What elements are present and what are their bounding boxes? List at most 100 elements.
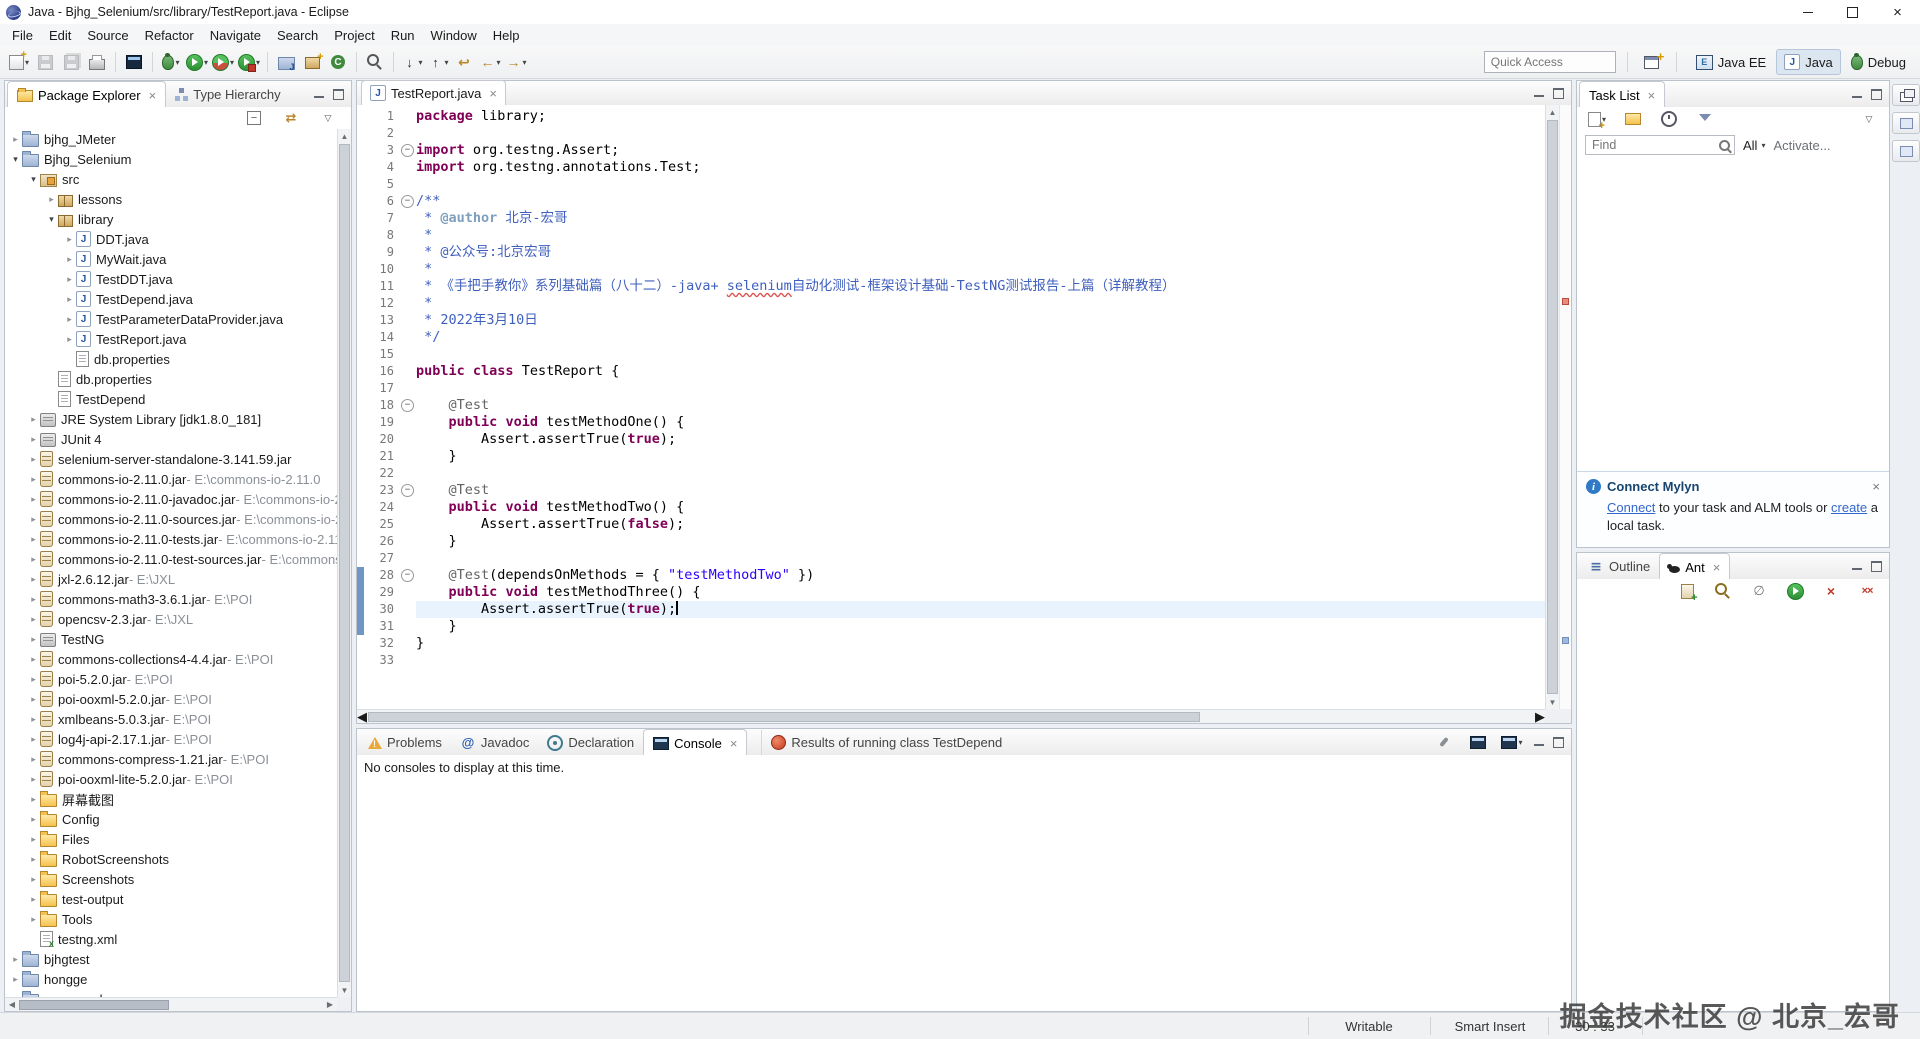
menu-navigate[interactable]: Navigate: [202, 24, 269, 46]
expand-arrow-icon[interactable]: ▸: [27, 434, 40, 445]
expand-arrow-icon[interactable]: ▸: [27, 694, 40, 705]
close-popup-icon[interactable]: ×: [1872, 479, 1880, 494]
new-class-button[interactable]: [325, 50, 351, 74]
maximize-view-icon[interactable]: [1553, 88, 1564, 99]
tree-item[interactable]: ▸commons-collections4-4.4.jar - E:\POI: [5, 649, 337, 669]
code-line[interactable]: 30 Assert.assertTrue(true);: [357, 601, 1545, 618]
scrollbar-thumb[interactable]: [19, 1000, 169, 1010]
scrollbar-thumb[interactable]: [1547, 120, 1558, 694]
code-line[interactable]: 5: [357, 176, 1545, 193]
package-explorer-horizontal-scrollbar[interactable]: ◀ ▶: [5, 997, 337, 1011]
code-line[interactable]: 31 }: [357, 618, 1545, 635]
tree-item[interactable]: ▸TestReport.java: [5, 329, 337, 349]
code-line[interactable]: 10 *: [357, 261, 1545, 278]
search-button[interactable]: [362, 50, 388, 74]
debug-button[interactable]: ▾: [158, 50, 184, 74]
expand-arrow-icon[interactable]: ▸: [9, 134, 22, 145]
new-task-button[interactable]: ▾: [1584, 107, 1610, 131]
editor-vertical-scrollbar[interactable]: ▲ ▼: [1545, 105, 1559, 709]
perspective-debug[interactable]: Debug: [1843, 49, 1914, 75]
previous-annotation-button[interactable]: ▾: [425, 50, 451, 74]
menu-source[interactable]: Source: [79, 24, 136, 46]
search-buildfiles-button[interactable]: [1710, 579, 1736, 603]
code-line[interactable]: 23− @Test: [357, 482, 1545, 499]
expand-arrow-icon[interactable]: ▸: [63, 334, 76, 345]
hide-internal-targets-button[interactable]: [1746, 579, 1772, 603]
code-line[interactable]: 3−import org.testng.Assert;: [357, 142, 1545, 159]
scroll-down-icon[interactable]: ▼: [338, 983, 351, 997]
close-tab-icon[interactable]: ×: [489, 86, 497, 101]
tree-item[interactable]: ▸Screenshots: [5, 869, 337, 889]
open-perspective-button[interactable]: [1639, 50, 1665, 74]
perspective-java[interactable]: Java: [1776, 49, 1840, 75]
connect-link[interactable]: Connect: [1607, 500, 1655, 515]
tree-item[interactable]: ▸Tools: [5, 909, 337, 929]
expand-arrow-icon[interactable]: ▸: [27, 714, 40, 725]
new-package-button[interactable]: [299, 50, 325, 74]
console-tab-declaration[interactable]: Declaration: [538, 730, 643, 755]
save-button[interactable]: [32, 50, 58, 74]
code-line[interactable]: 21 }: [357, 448, 1545, 465]
maximize-view-icon[interactable]: [1871, 561, 1882, 572]
tab-package-explorer[interactable]: Package Explorer ×: [7, 81, 166, 108]
menu-edit[interactable]: Edit: [41, 24, 79, 46]
tab-type-hierarchy[interactable]: Type Hierarchy: [166, 82, 289, 107]
tree-item[interactable]: ▸DDT.java: [5, 229, 337, 249]
tree-item[interactable]: ▸JUnit 4: [5, 429, 337, 449]
link-with-editor-button[interactable]: [278, 106, 304, 130]
overview-ruler[interactable]: [1559, 105, 1571, 709]
code-line[interactable]: 9 * @公众号:北京宏哥: [357, 244, 1545, 261]
tree-item[interactable]: ▸Files: [5, 829, 337, 849]
code-line[interactable]: 14 */: [357, 329, 1545, 346]
forward-button[interactable]: ▾: [503, 50, 529, 74]
code-area[interactable]: 1package library;23−import org.testng.As…: [357, 105, 1545, 709]
scroll-left-icon[interactable]: ◀: [5, 998, 19, 1011]
collapse-arrow-icon[interactable]: ▾: [27, 174, 40, 185]
tree-item[interactable]: ▸test-output: [5, 889, 337, 909]
tree-item[interactable]: ▸bjhgtest: [5, 949, 337, 969]
expand-arrow-icon[interactable]: ▸: [63, 314, 76, 325]
minimize-view-icon[interactable]: [314, 90, 324, 99]
tree-item[interactable]: ▸commons-io-2.11.0-sources.jar - E:\comm…: [5, 509, 337, 529]
expand-arrow-icon[interactable]: ▸: [27, 474, 40, 485]
tree-item[interactable]: db.properties: [5, 349, 337, 369]
code-line[interactable]: 12 *: [357, 295, 1545, 312]
fold-marker-icon[interactable]: −: [401, 144, 414, 157]
tree-item[interactable]: ▸RobotScreenshots: [5, 849, 337, 869]
expand-arrow-icon[interactable]: ▸: [27, 594, 40, 605]
code-line[interactable]: 13 * 2022年3月10日: [357, 312, 1545, 329]
editor-horizontal-scrollbar[interactable]: ◀ ▶: [357, 709, 1545, 723]
save-all-button[interactable]: [58, 50, 84, 74]
expand-arrow-icon[interactable]: ▸: [27, 914, 40, 925]
pin-console-button[interactable]: [1431, 730, 1457, 754]
filter-button[interactable]: [1692, 107, 1718, 131]
tree-item[interactable]: db.properties: [5, 369, 337, 389]
tree-item[interactable]: ▸poi-ooxml-5.2.0.jar - E:\POI: [5, 689, 337, 709]
tree-item[interactable]: ▸lessons: [5, 189, 337, 209]
menu-search[interactable]: Search: [269, 24, 326, 46]
code-line[interactable]: 8 *: [357, 227, 1545, 244]
expand-arrow-icon[interactable]: ▸: [27, 794, 40, 805]
close-tab-icon[interactable]: ×: [149, 88, 157, 103]
expand-arrow-icon[interactable]: ▸: [27, 514, 40, 525]
tree-item[interactable]: ▸commons-io-2.11.0.jar - E:\commons-io-2…: [5, 469, 337, 489]
expand-arrow-icon[interactable]: ▸: [27, 574, 40, 585]
code-line[interactable]: 28− @Test(dependsOnMethods = { "testMeth…: [357, 567, 1545, 584]
print-button[interactable]: [84, 50, 110, 74]
remove-buildfile-button[interactable]: [1818, 579, 1844, 603]
scroll-left-icon[interactable]: ◀: [357, 709, 367, 725]
expand-arrow-icon[interactable]: ▸: [27, 814, 40, 825]
expand-arrow-icon[interactable]: ▸: [27, 754, 40, 765]
expand-arrow-icon[interactable]: ▸: [27, 614, 40, 625]
minimize-view-icon[interactable]: [1534, 89, 1544, 98]
menu-window[interactable]: Window: [423, 24, 485, 46]
tree-item[interactable]: ▸commons-math3-3.6.1.jar - E:\POI: [5, 589, 337, 609]
code-line[interactable]: 33: [357, 652, 1545, 669]
fold-marker-icon[interactable]: −: [401, 399, 414, 412]
console-tab-problems[interactable]: Problems: [359, 730, 451, 755]
code-line[interactable]: 24 public void testMethodTwo() {: [357, 499, 1545, 516]
minimize-view-icon[interactable]: [1852, 562, 1862, 571]
scroll-right-icon[interactable]: ▶: [323, 998, 337, 1011]
tree-item[interactable]: ▾library: [5, 209, 337, 229]
minimized-view-button-1[interactable]: [1892, 112, 1920, 134]
